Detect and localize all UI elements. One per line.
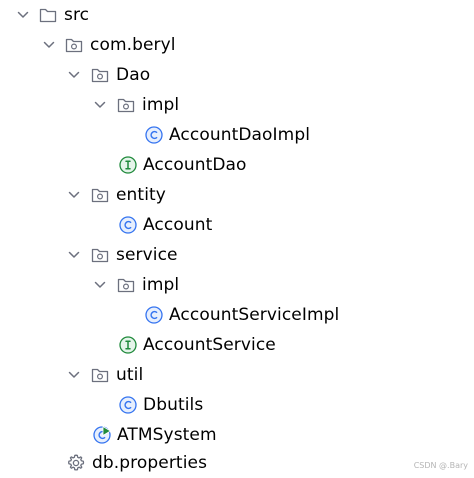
tree-node-label: Dbutils xyxy=(143,395,204,415)
tree-node-label: Account xyxy=(143,215,213,235)
tree-node-label: impl xyxy=(142,275,180,295)
tree-node-entity[interactable]: entity xyxy=(0,180,474,210)
tree-node-dbutils[interactable]: Dbutils xyxy=(0,390,474,420)
chevron-down-icon[interactable] xyxy=(66,187,82,203)
chevron-down-icon[interactable] xyxy=(66,367,82,383)
interface-icon xyxy=(118,155,138,175)
folder-icon xyxy=(38,5,58,25)
tree-node-atm-system[interactable]: ATMSystem xyxy=(0,420,474,450)
tree-node-label: service xyxy=(116,245,178,265)
tree-node-label: impl xyxy=(142,95,180,115)
tree-node-account[interactable]: Account xyxy=(0,210,474,240)
tree-node-util[interactable]: util xyxy=(0,360,474,390)
tree-node-account-service-impl[interactable]: AccountServiceImpl xyxy=(0,300,474,330)
tree-node-label: db.properties xyxy=(92,453,208,473)
tree-node-label: com.beryl xyxy=(90,35,176,55)
tree-node-dao-impl[interactable]: impl xyxy=(0,90,474,120)
package-icon xyxy=(64,35,84,55)
package-icon xyxy=(116,275,136,295)
chevron-down-icon[interactable] xyxy=(66,67,82,83)
package-icon xyxy=(90,365,110,385)
tree-node-com-beryl[interactable]: com.beryl xyxy=(0,30,474,60)
tree-node-label: src xyxy=(64,5,90,25)
tree-node-account-dao[interactable]: AccountDao xyxy=(0,150,474,180)
watermark: CSDN @.Bary xyxy=(413,461,468,470)
chevron-down-icon[interactable] xyxy=(15,7,31,23)
chevron-down-icon[interactable] xyxy=(66,247,82,263)
tree-node-account-service[interactable]: AccountService xyxy=(0,330,474,360)
tree-node-src[interactable]: src xyxy=(0,0,474,30)
tree-node-label: AccountDaoImpl xyxy=(169,125,311,145)
gear-icon xyxy=(66,453,86,473)
chevron-down-icon[interactable] xyxy=(41,37,57,53)
tree-node-account-dao-impl[interactable]: AccountDaoImpl xyxy=(0,120,474,150)
package-icon xyxy=(90,65,110,85)
chevron-down-icon[interactable] xyxy=(92,277,108,293)
main-class-icon xyxy=(92,425,112,445)
package-icon xyxy=(116,95,136,115)
tree-node-label: util xyxy=(116,365,144,385)
package-icon xyxy=(90,185,110,205)
package-icon xyxy=(90,245,110,265)
tree-node-label: AccountService xyxy=(143,335,276,355)
interface-icon xyxy=(118,335,138,355)
tree-node-dao[interactable]: Dao xyxy=(0,60,474,90)
class-icon xyxy=(118,395,138,415)
tree-node-label: entity xyxy=(116,185,166,205)
tree-node-label: AccountServiceImpl xyxy=(169,305,340,325)
tree-node-service[interactable]: service xyxy=(0,240,474,270)
chevron-down-icon[interactable] xyxy=(92,97,108,113)
class-icon xyxy=(144,305,164,325)
tree-node-service-impl[interactable]: impl xyxy=(0,270,474,300)
class-icon xyxy=(144,125,164,145)
class-icon xyxy=(118,215,138,235)
tree-node-label: Dao xyxy=(116,65,151,85)
tree-node-label: ATMSystem xyxy=(117,425,217,445)
project-tree: src com.beryl Dao impl AccountDaoImpl Ac… xyxy=(0,0,474,474)
tree-node-label: AccountDao xyxy=(143,155,247,175)
